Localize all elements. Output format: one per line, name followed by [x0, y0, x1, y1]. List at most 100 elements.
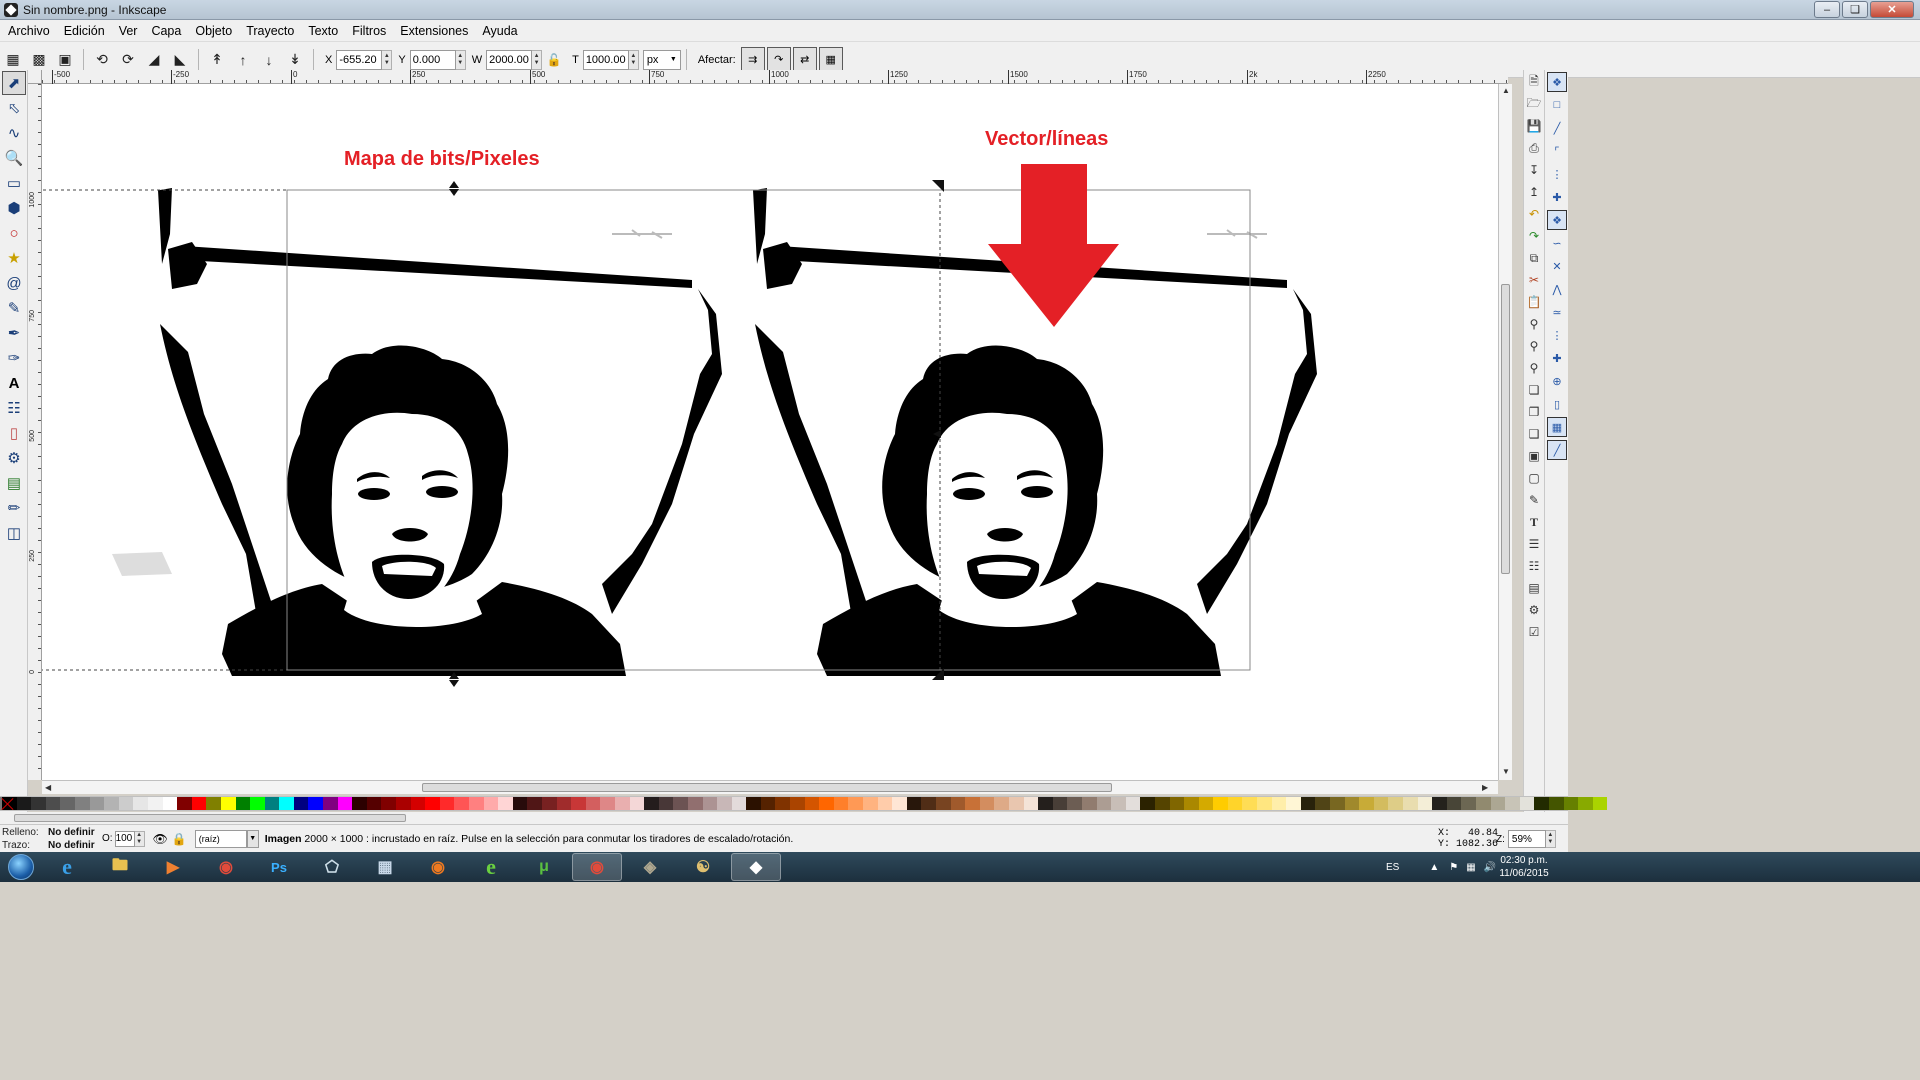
- scroll-right-icon[interactable]: ▶: [1482, 783, 1488, 792]
- fill-stroke-indicator[interactable]: Relleno: No definir Trazo: No definir: [0, 825, 96, 853]
- color-swatch[interactable]: [1213, 797, 1228, 810]
- edge-app-icon[interactable]: e: [466, 853, 516, 881]
- spiral-tool-icon[interactable]: @: [2, 271, 26, 295]
- color-swatch[interactable]: [177, 797, 192, 810]
- minimize-button[interactable]: –: [1814, 1, 1840, 18]
- menu-capa[interactable]: Capa: [144, 24, 188, 38]
- scroll-left-icon[interactable]: ◀: [45, 783, 51, 792]
- unlink-clone-icon[interactable]: ❑: [1525, 425, 1543, 443]
- color-swatch[interactable]: [410, 797, 426, 810]
- color-swatch[interactable]: [936, 797, 951, 810]
- w-spinner[interactable]: ▲ ▼: [532, 49, 543, 70]
- color-swatch[interactable]: [979, 797, 995, 810]
- snap-object-centers-icon[interactable]: ✚: [1547, 348, 1567, 368]
- snap-bbox-corner-icon[interactable]: ⌜: [1547, 141, 1567, 161]
- color-swatch[interactable]: [454, 797, 469, 810]
- undo-icon[interactable]: ↶: [1525, 205, 1543, 223]
- paste-icon[interactable]: 📋: [1525, 293, 1543, 311]
- palette-scrollbar[interactable]: [0, 812, 1568, 824]
- flip-horizontal-icon[interactable]: ◢: [143, 49, 165, 71]
- color-swatch[interactable]: [293, 797, 309, 810]
- color-swatch[interactable]: [1300, 797, 1316, 810]
- color-swatch[interactable]: [1446, 797, 1462, 810]
- paint-icon[interactable]: ☯: [678, 853, 728, 881]
- duplicate-icon[interactable]: ❏: [1525, 381, 1543, 399]
- color-swatch[interactable]: [527, 797, 542, 810]
- opacity-spinner[interactable]: ▲ ▼: [134, 830, 145, 847]
- drawing-canvas[interactable]: Mapa de bits/Pixeles Vector/líneas: [42, 84, 1498, 780]
- select-all-layers-icon[interactable]: ▩: [28, 49, 50, 71]
- rotate-cw-icon[interactable]: ⟳: [117, 49, 139, 71]
- snap-cusp-nodes-icon[interactable]: ⋀: [1547, 279, 1567, 299]
- color-swatch[interactable]: [206, 797, 221, 810]
- color-swatch[interactable]: [235, 797, 251, 810]
- color-swatch[interactable]: [775, 797, 791, 810]
- color-swatch[interactable]: [541, 797, 557, 810]
- color-swatch[interactable]: [1096, 797, 1112, 810]
- color-swatch[interactable]: [1140, 797, 1155, 810]
- color-swatch[interactable]: [921, 797, 936, 810]
- color-swatch[interactable]: [483, 797, 499, 810]
- star-tool-icon[interactable]: ★: [2, 246, 26, 270]
- snap-guides-icon[interactable]: ╱: [1547, 440, 1567, 460]
- swatch-none[interactable]: [0, 797, 2, 810]
- color-swatch[interactable]: [804, 797, 820, 810]
- tray-expand-icon[interactable]: ▲: [1429, 862, 1439, 873]
- color-swatch[interactable]: [877, 797, 893, 810]
- palette-scroll-thumb[interactable]: [14, 814, 406, 822]
- scale-corners-toggle[interactable]: ↷: [766, 46, 791, 73]
- close-button[interactable]: ✕: [1870, 1, 1914, 18]
- color-swatch[interactable]: [74, 797, 90, 810]
- color-swatch[interactable]: [512, 797, 528, 810]
- print-icon[interactable]: ⎙: [1525, 139, 1543, 157]
- ellipse-tool-icon[interactable]: ○: [2, 221, 26, 245]
- y-spinner[interactable]: ▲ ▼: [455, 49, 466, 70]
- lock-icon[interactable]: 🔒: [172, 832, 187, 846]
- utorrent-icon[interactable]: μ: [519, 853, 569, 881]
- lower-icon[interactable]: ↓: [258, 49, 280, 71]
- scroll-down-icon[interactable]: ▼: [1502, 767, 1510, 776]
- color-swatch[interactable]: [1227, 797, 1243, 810]
- new-document-icon[interactable]: 🗎: [1525, 73, 1543, 91]
- zoom-input[interactable]: [1507, 830, 1546, 848]
- color-swatch[interactable]: [191, 797, 207, 810]
- zoom-page-icon[interactable]: ⚲: [1525, 359, 1543, 377]
- flag-icon[interactable]: ⚑: [1449, 862, 1458, 873]
- color-swatch[interactable]: [1417, 797, 1433, 810]
- selector-tool-icon[interactable]: ⬈: [2, 71, 26, 95]
- import-icon[interactable]: ↧: [1525, 161, 1543, 179]
- vertical-scroll-thumb[interactable]: [1501, 284, 1510, 574]
- firefox-icon[interactable]: ◉: [413, 853, 463, 881]
- cut-icon[interactable]: ✂: [1525, 271, 1543, 289]
- clone-icon[interactable]: ❐: [1525, 403, 1543, 421]
- color-swatch[interactable]: [425, 797, 440, 810]
- ungroup-icon[interactable]: ▢: [1525, 469, 1543, 487]
- color-swatch[interactable]: [1373, 797, 1389, 810]
- language-indicator[interactable]: ES: [1386, 862, 1399, 873]
- color-swatch[interactable]: [600, 797, 615, 810]
- color-swatch[interactable]: [731, 797, 747, 810]
- document-properties-icon[interactable]: ☑: [1525, 623, 1543, 641]
- unit-select[interactable]: px ▼: [642, 49, 681, 70]
- color-swatch[interactable]: [1578, 797, 1593, 810]
- color-swatch[interactable]: [863, 797, 878, 810]
- select-all-icon[interactable]: ▦: [2, 49, 24, 71]
- color-swatch[interactable]: [1257, 797, 1272, 810]
- deselect-icon[interactable]: ▣: [54, 49, 76, 71]
- menu-archivo[interactable]: Archivo: [0, 24, 57, 38]
- color-swatch[interactable]: [220, 797, 236, 810]
- horizontal-scrollbar[interactable]: ◀ ▶: [42, 780, 1498, 794]
- move-gradients-toggle[interactable]: ⇄: [792, 46, 817, 73]
- color-swatch[interactable]: [717, 797, 732, 810]
- color-swatch[interactable]: [950, 797, 966, 810]
- eye-icon[interactable]: 👁: [153, 832, 168, 846]
- eraser-tool-icon[interactable]: ▯: [2, 421, 26, 445]
- color-swatch[interactable]: [994, 797, 1009, 810]
- snap-intersections-icon[interactable]: ✕: [1547, 256, 1567, 276]
- file-explorer-icon[interactable]: 🖿: [95, 853, 145, 881]
- color-swatch[interactable]: [498, 797, 513, 810]
- h-spinner[interactable]: ▲ ▼: [628, 49, 639, 70]
- color-swatch[interactable]: [658, 797, 674, 810]
- h-input[interactable]: [582, 49, 629, 70]
- volume-icon[interactable]: 🔊: [1484, 862, 1496, 873]
